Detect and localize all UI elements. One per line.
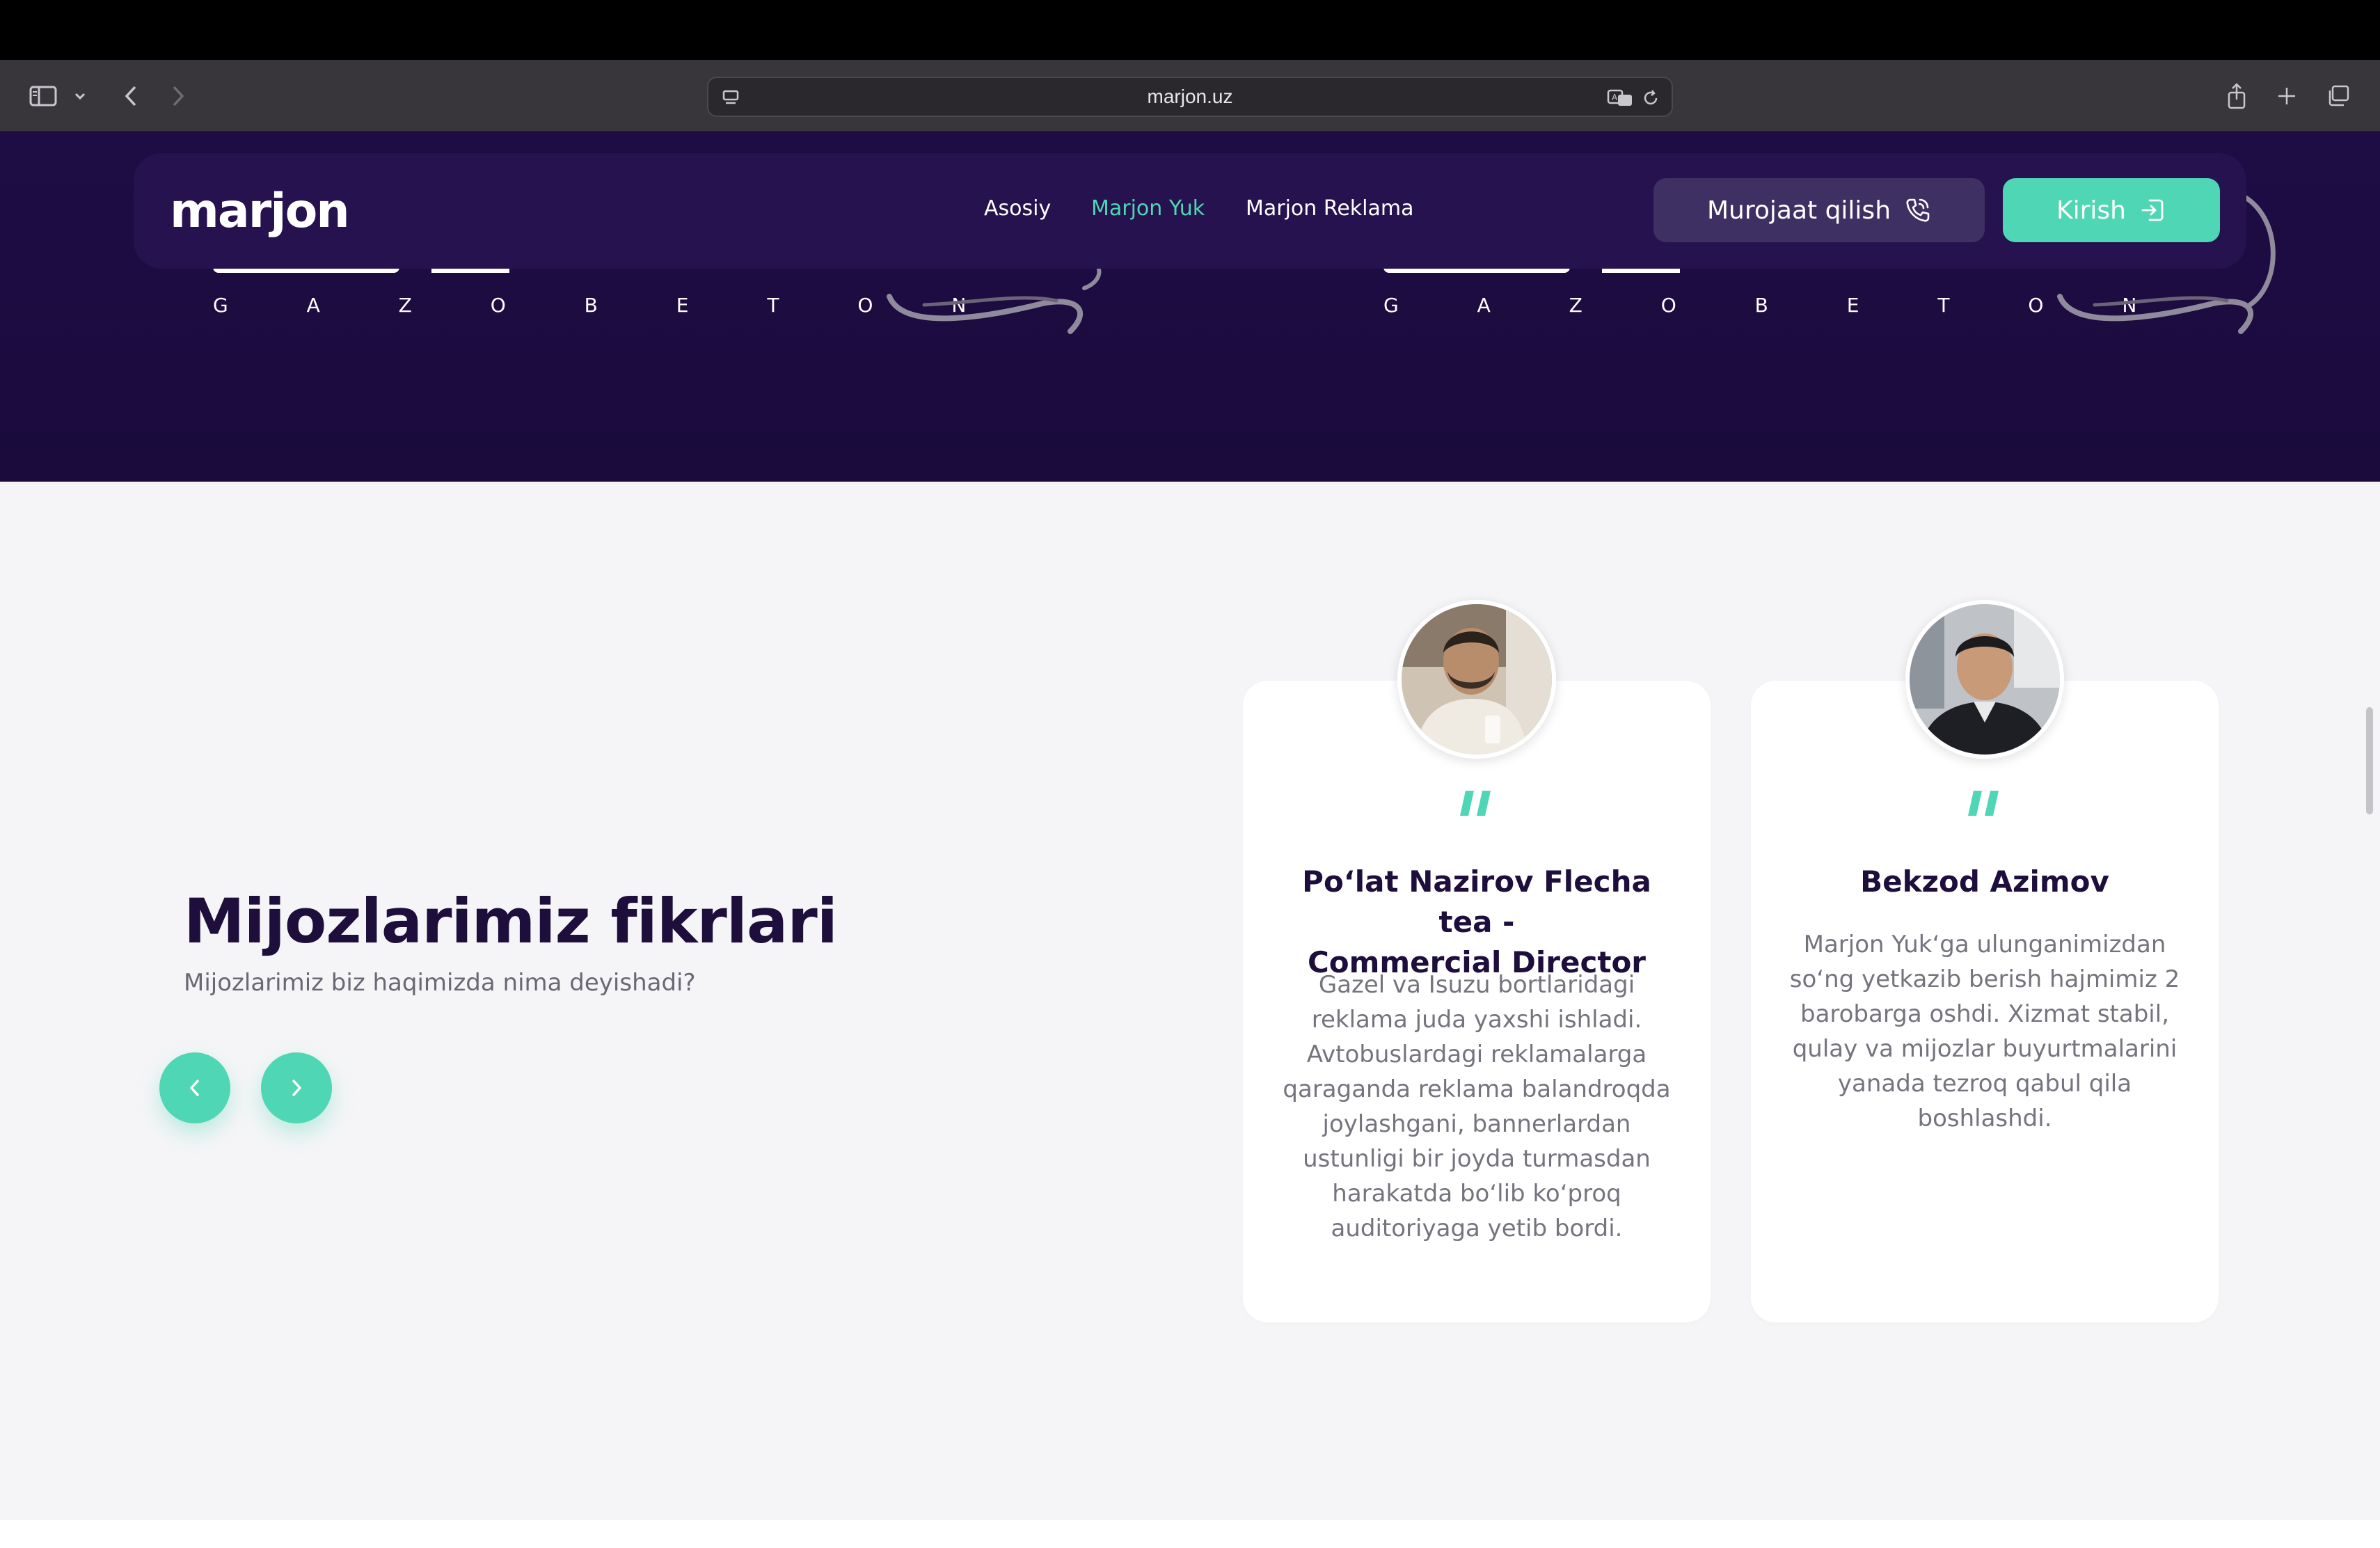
review-text-line: Marjon Yuk‘ga ulunganimizdan: [1803, 931, 2166, 958]
site-navbar: marjon Asosiy Marjon Yuk Marjon Reklama …: [134, 153, 2246, 269]
review-text-line: boshlashdi.: [1917, 1105, 2052, 1132]
review-text-line: qaraganda reklama balandroqda: [1283, 1075, 1671, 1103]
review-text-line: Avtobuslardagi reklamalarga: [1306, 1041, 1647, 1068]
url-text[interactable]: marjon.uz: [708, 78, 1672, 116]
review-text-line: Gazel va Isuzu bortlaridagi: [1318, 971, 1635, 999]
review-card: Po‘lat Nazirov Flecha tea - Commercial D…: [1243, 600, 1711, 1322]
review-text-line: so‘ng yetkazib berish hajmimiz 2: [1789, 965, 2180, 993]
share-icon[interactable]: [2223, 81, 2251, 111]
new-tab-icon[interactable]: [2273, 81, 2301, 111]
slider-next-button[interactable]: [261, 1052, 332, 1123]
login-button-label: Kirish: [2056, 196, 2126, 225]
review-text-line: harakatda bo‘lib ko‘proq: [1332, 1180, 1621, 1208]
reviewer-name-line: Po‘lat Nazirov Flecha tea -: [1302, 864, 1651, 939]
chevron-left-icon: [190, 1080, 199, 1096]
review-text-line: auditoriyaga yetib bordi.: [1331, 1215, 1623, 1242]
brand-logo[interactable]: marjon: [170, 184, 350, 239]
review-card: Bekzod Azimov Marjon Yuk‘ga ulunganimizd…: [1751, 600, 2219, 1322]
nav-link-marjon-reklama[interactable]: Marjon Reklama: [1246, 196, 1414, 221]
nav-link-marjon-yuk[interactable]: Marjon Yuk: [1091, 196, 1205, 221]
review-text-line: joylashgani, bannerlardan: [1322, 1110, 1631, 1138]
review-text-line: barobarga oshdi. Xizmat stabil,: [1800, 1000, 2170, 1028]
reviewer-name: Bekzod Azimov: [1860, 864, 2109, 899]
nav-link-asosiy[interactable]: Asosiy: [984, 196, 1051, 221]
reviews-title: Mijozlarimiz fikrlari: [184, 885, 838, 957]
phone-call-icon: [1906, 198, 1930, 222]
review-text-line: reklama juda yaxshi ishladi.: [1311, 1006, 1642, 1034]
review-text: Gazel va Isuzu bortlaridagi reklama juda…: [1276, 968, 1677, 1246]
svg-text:A: A: [1612, 93, 1618, 102]
tab-overview-icon[interactable]: [2324, 81, 2352, 111]
review-text-line: yanada tezroq qabul qila: [1837, 1070, 2132, 1098]
back-arrow-icon[interactable]: [117, 81, 145, 111]
sidebar-toggle-icon[interactable]: [26, 81, 60, 111]
review-text-line: ustunligi bir joyda turmasdan: [1303, 1145, 1651, 1173]
page-scrollbar[interactable]: [2366, 707, 2373, 814]
contact-button[interactable]: Murojaat qilish: [1653, 178, 1985, 242]
reviews-subtitle: Mijozlarimiz biz haqimizda nima deyishad…: [184, 969, 696, 997]
login-button[interactable]: Kirish: [2003, 178, 2220, 242]
quote-icon: [1751, 789, 2219, 821]
reviewer-avatar: [1905, 600, 2064, 759]
reviews-section: Mijozlarimiz fikrlari Mijozlarimiz biz h…: [0, 482, 2380, 1520]
reviewer-name: Po‘lat Nazirov Flecha tea - Commercial D…: [1271, 862, 1683, 983]
menu-bar-strip: [0, 0, 2380, 60]
login-icon: [2141, 199, 2164, 221]
reload-icon[interactable]: [1638, 83, 1663, 113]
chevron-right-icon: [292, 1080, 301, 1096]
contact-button-label: Murojaat qilish: [1706, 196, 1891, 225]
quote-icon: [1243, 789, 1711, 821]
address-bar[interactable]: marjon.uz A: [707, 77, 1673, 117]
next-section-edge: [0, 1520, 2380, 1548]
chevron-down-icon[interactable]: [70, 81, 90, 111]
slider-prev-button[interactable]: [159, 1052, 230, 1123]
translate-icon[interactable]: A: [1606, 83, 1634, 113]
review-text: Marjon Yuk‘ga ulunganimizdan so‘ng yetka…: [1784, 927, 2185, 1136]
browser-toolbar: marjon.uz A: [0, 60, 2380, 132]
forward-arrow-icon[interactable]: [164, 81, 192, 111]
review-text-line: qulay va mijozlar buyurtmalarini: [1792, 1035, 2177, 1063]
reviewer-avatar: [1397, 600, 1556, 759]
